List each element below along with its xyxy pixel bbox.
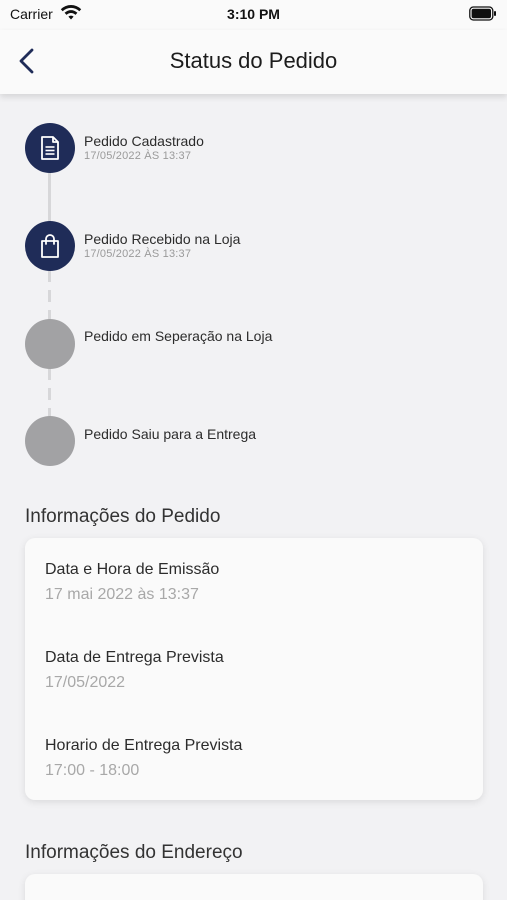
status-bar: Carrier 3:10 PM <box>0 0 507 30</box>
info-label: Data e Hora de Emissão <box>45 561 220 578</box>
order-info-card: Data e Hora de Emissão 17 mai 2022 às 13… <box>25 538 483 800</box>
status-time: 3:10 PM <box>227 6 280 22</box>
battery-icon <box>469 6 496 21</box>
info-value: 17:00 - 18:00 <box>45 762 140 779</box>
navigation-bar: Status do Pedido <box>0 30 507 94</box>
info-value: 17 mai 2022 às 13:37 <box>45 586 199 603</box>
page-title: Status do Pedido <box>169 48 338 73</box>
step-complete-marker <box>25 221 75 271</box>
step-date: 17/05/2022 ÀS 13:37 <box>84 150 192 162</box>
timeline-connector-pending <box>48 368 51 418</box>
step-label: Pedido Saiu para a Entrega <box>84 426 257 442</box>
order-status-screen: Carrier 3:10 PM Status do Pedido Pedido … <box>0 0 507 900</box>
step-pending-marker <box>25 319 75 369</box>
info-label: Data de Entrega Prevista <box>45 649 224 666</box>
address-info-heading: Informações do Endereço <box>25 842 243 863</box>
address-info-card <box>25 874 483 900</box>
timeline-step-registered: Pedido Cadastrado 17/05/2022 ÀS 13:37 <box>25 123 485 173</box>
timeline-step-separation: Pedido em Seperação na Loja <box>25 319 485 369</box>
step-pending-marker <box>25 416 75 466</box>
step-label: Pedido Recebido na Loja <box>84 231 241 247</box>
step-label: Pedido em Seperação na Loja <box>84 328 273 344</box>
document-icon <box>41 136 59 160</box>
step-label: Pedido Cadastrado <box>84 133 204 149</box>
timeline-connector-pending <box>48 270 51 320</box>
step-complete-marker <box>25 123 75 173</box>
shopping-bag-icon <box>41 234 59 258</box>
info-label: Horario de Entrega Prevista <box>45 737 243 754</box>
info-value: 17/05/2022 <box>45 674 126 691</box>
step-date: 17/05/2022 ÀS 13:37 <box>84 248 192 260</box>
timeline-step-received: Pedido Recebido na Loja 17/05/2022 ÀS 13… <box>25 221 485 271</box>
order-info-heading: Informações do Pedido <box>25 506 221 527</box>
timeline-step-out-for-delivery: Pedido Saiu para a Entrega <box>25 416 485 466</box>
